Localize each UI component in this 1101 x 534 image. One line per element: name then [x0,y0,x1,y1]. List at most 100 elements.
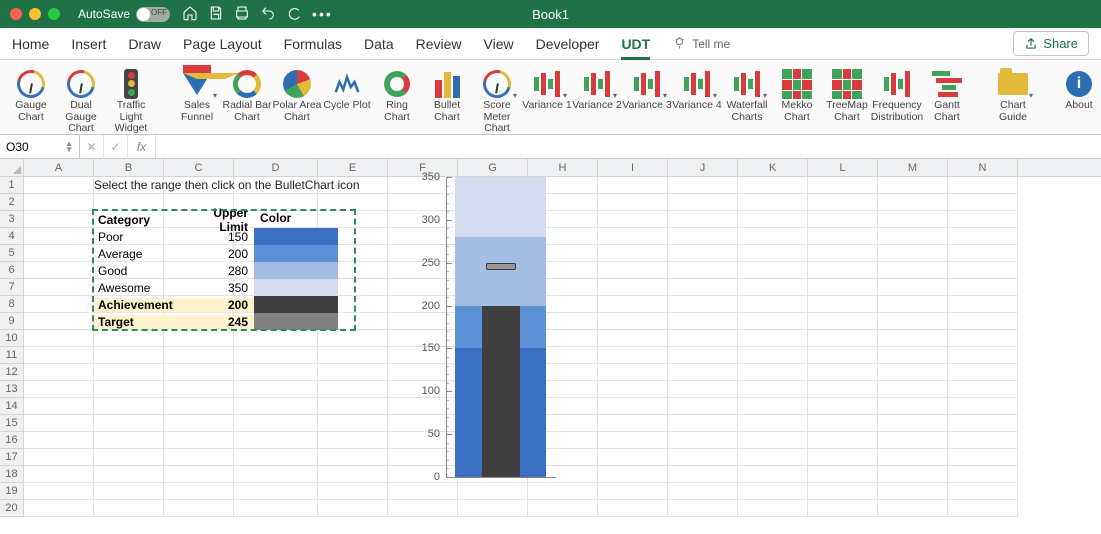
cell-K20[interactable] [738,500,808,517]
close-window-button[interactable] [10,8,22,20]
cell-N9[interactable] [948,313,1018,330]
column-header-K[interactable]: K [738,159,808,176]
cell-M9[interactable] [878,313,948,330]
cell-A13[interactable] [24,381,94,398]
cell-I7[interactable] [598,279,668,296]
cell-N1[interactable] [948,177,1018,194]
cell-L8[interactable] [808,296,878,313]
tab-home[interactable]: Home [12,36,49,52]
ribbon-mekko-chart[interactable]: Mekko Chart [772,66,822,123]
cell-E20[interactable] [318,500,388,517]
cell-H20[interactable] [528,500,598,517]
cell-N3[interactable] [948,211,1018,228]
cell-N4[interactable] [948,228,1018,245]
ribbon-gantt-chart[interactable]: Gantt Chart [922,66,972,123]
cell-C15[interactable] [164,415,234,432]
cell-N8[interactable] [948,296,1018,313]
cell-I19[interactable] [598,483,668,500]
cell-I15[interactable] [598,415,668,432]
zoom-window-button[interactable] [48,8,60,20]
row-header-15[interactable]: 15 [0,415,24,432]
cell-N17[interactable] [948,449,1018,466]
column-header-M[interactable]: M [878,159,948,176]
cell-M6[interactable] [878,262,948,279]
cell-J6[interactable] [668,262,738,279]
cell-L17[interactable] [808,449,878,466]
cell-J14[interactable] [668,398,738,415]
row-header-3[interactable]: 3 [0,211,24,228]
cell-D12[interactable] [234,364,318,381]
ribbon-dual-gauge-chart[interactable]: Dual Gauge Chart [56,66,106,135]
cell-N10[interactable] [948,330,1018,347]
cell-B20[interactable] [94,500,164,517]
tab-formulas[interactable]: Formulas [284,36,342,52]
cell-L19[interactable] [808,483,878,500]
cell-A2[interactable] [24,194,94,211]
cell-E18[interactable] [318,466,388,483]
ribbon-about[interactable]: iAbout [1054,66,1101,112]
cell-A1[interactable] [24,177,94,194]
cell-J20[interactable] [668,500,738,517]
row-header-1[interactable]: 1 [0,177,24,194]
cell-L12[interactable] [808,364,878,381]
cell-M15[interactable] [878,415,948,432]
row-header-7[interactable]: 7 [0,279,24,296]
row-header-13[interactable]: 13 [0,381,24,398]
cell-J1[interactable] [668,177,738,194]
cell-B16[interactable] [94,432,164,449]
cell-E13[interactable] [318,381,388,398]
cell-I20[interactable] [598,500,668,517]
cell-C13[interactable] [164,381,234,398]
cell-I12[interactable] [598,364,668,381]
cell-L3[interactable] [808,211,878,228]
cell-J7[interactable] [668,279,738,296]
cell-L13[interactable] [808,381,878,398]
tab-review[interactable]: Review [416,36,462,52]
cell-M12[interactable] [878,364,948,381]
cell-M3[interactable] [878,211,948,228]
cell-A14[interactable] [24,398,94,415]
cell-C14[interactable] [164,398,234,415]
tab-data[interactable]: Data [364,36,394,52]
cell-A8[interactable] [24,296,94,313]
cell-I5[interactable] [598,245,668,262]
ribbon-variance-4[interactable]: ▾Variance 4 [672,66,722,112]
cell-E19[interactable] [318,483,388,500]
tab-page-layout[interactable]: Page Layout [183,36,262,52]
cell-M5[interactable] [878,245,948,262]
ribbon-treemap-chart[interactable]: TreeMap Chart [822,66,872,123]
cell-K3[interactable] [738,211,808,228]
cell-I10[interactable] [598,330,668,347]
cancel-icon[interactable]: ✕ [80,135,104,158]
cell-L1[interactable] [808,177,878,194]
cell-A10[interactable] [24,330,94,347]
cell-E2[interactable] [318,194,388,211]
column-header-A[interactable]: A [24,159,94,176]
cell-N7[interactable] [948,279,1018,296]
row-header-4[interactable]: 4 [0,228,24,245]
cell-J18[interactable] [668,466,738,483]
cell-K12[interactable] [738,364,808,381]
cell-B11[interactable] [94,347,164,364]
cell-A5[interactable] [24,245,94,262]
cell-D10[interactable] [234,330,318,347]
enter-icon[interactable]: ✓ [104,135,128,158]
name-box-stepper[interactable]: ▲▼ [65,141,73,153]
row-header-2[interactable]: 2 [0,194,24,211]
tab-insert[interactable]: Insert [71,36,106,52]
cell-D14[interactable] [234,398,318,415]
cell-K7[interactable] [738,279,808,296]
toggle-switch[interactable]: OFF [136,7,170,22]
cell-K17[interactable] [738,449,808,466]
cell-M11[interactable] [878,347,948,364]
cell-N6[interactable] [948,262,1018,279]
cells-area[interactable]: Select the range then click on the Bulle… [24,177,1101,517]
cell-D15[interactable] [234,415,318,432]
ribbon-variance-3[interactable]: ▾Variance 3 [622,66,672,112]
cell-C20[interactable] [164,500,234,517]
name-box[interactable]: O30 ▲▼ [0,135,80,158]
cell-N16[interactable] [948,432,1018,449]
cell-D13[interactable] [234,381,318,398]
cell-C19[interactable] [164,483,234,500]
cell-M1[interactable] [878,177,948,194]
